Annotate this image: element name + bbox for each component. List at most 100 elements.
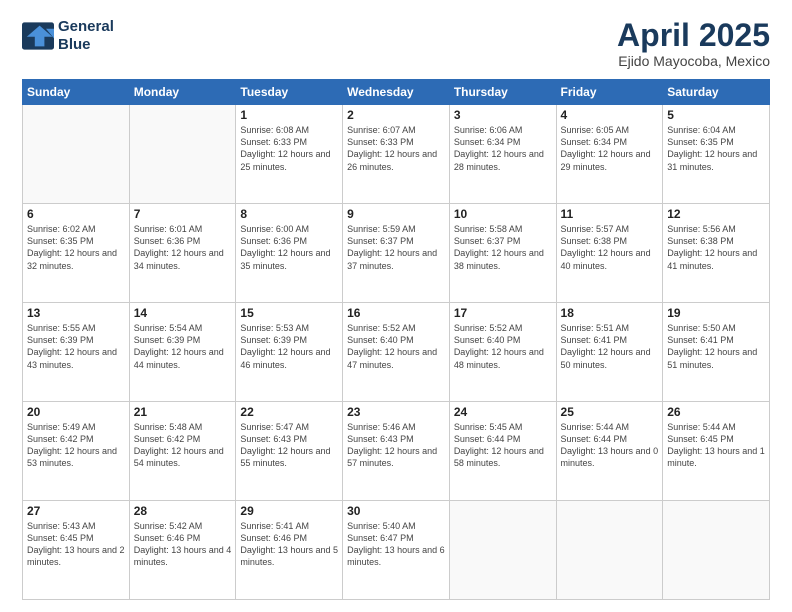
calendar-cell: 14 Sunrise: 5:54 AM Sunset: 6:39 PM Dayli…	[129, 303, 236, 402]
calendar-cell: 25 Sunrise: 5:44 AM Sunset: 6:44 PM Dayli…	[556, 402, 663, 501]
day-info: Sunrise: 5:43 AM Sunset: 6:45 PM Dayligh…	[27, 520, 125, 569]
calendar-cell: 8 Sunrise: 6:00 AM Sunset: 6:36 PM Daylig…	[236, 204, 343, 303]
day-info: Sunrise: 6:05 AM Sunset: 6:34 PM Dayligh…	[561, 124, 659, 173]
day-number: 7	[134, 207, 232, 221]
day-info: Sunrise: 5:52 AM Sunset: 6:40 PM Dayligh…	[454, 322, 552, 371]
day-number: 16	[347, 306, 445, 320]
calendar-header-row: SundayMondayTuesdayWednesdayThursdayFrid…	[23, 80, 770, 105]
calendar-week-2: 6Sunrise: 6:02 AM Sunset: 6:35 PM Daylig…	[23, 204, 770, 303]
calendar-cell: 11 Sunrise: 5:57 AM Sunset: 6:38 PM Dayli…	[556, 204, 663, 303]
calendar-cell: 16Sunrise: 5:52 AM Sunset: 6:40 PM Dayli…	[343, 303, 450, 402]
calendar-cell: 30 Sunrise: 5:40 AM Sunset: 6:47 PM Dayli…	[343, 501, 450, 600]
day-info: Sunrise: 6:08 AM Sunset: 6:33 PM Dayligh…	[240, 124, 338, 173]
calendar-cell	[556, 501, 663, 600]
logo-icon	[22, 22, 54, 50]
calendar-cell: 20 Sunrise: 5:49 AM Sunset: 6:42 PM Dayli…	[23, 402, 130, 501]
calendar-cell: 28 Sunrise: 5:42 AM Sunset: 6:46 PM Dayli…	[129, 501, 236, 600]
day-info: Sunrise: 5:50 AM Sunset: 6:41 PM Dayligh…	[667, 322, 765, 371]
day-number: 17	[454, 306, 552, 320]
subtitle: Ejido Mayocoba, Mexico	[617, 53, 770, 69]
day-number: 14	[134, 306, 232, 320]
day-number: 3	[454, 108, 552, 122]
calendar-cell: 26Sunrise: 5:44 AM Sunset: 6:45 PM Dayli…	[663, 402, 770, 501]
calendar-cell: 6Sunrise: 6:02 AM Sunset: 6:35 PM Daylig…	[23, 204, 130, 303]
day-info: Sunrise: 5:45 AM Sunset: 6:44 PM Dayligh…	[454, 421, 552, 470]
calendar-cell: 15 Sunrise: 5:53 AM Sunset: 6:39 PM Dayli…	[236, 303, 343, 402]
day-info: Sunrise: 5:55 AM Sunset: 6:39 PM Dayligh…	[27, 322, 125, 371]
calendar-cell: 4 Sunrise: 6:05 AM Sunset: 6:34 PM Daylig…	[556, 105, 663, 204]
day-number: 26	[667, 405, 765, 419]
calendar-table: SundayMondayTuesdayWednesdayThursdayFrid…	[22, 79, 770, 600]
logo-line1: General	[58, 18, 114, 35]
day-number: 4	[561, 108, 659, 122]
day-number: 29	[240, 504, 338, 518]
main-title: April 2025	[617, 18, 770, 53]
calendar-cell: 13Sunrise: 5:55 AM Sunset: 6:39 PM Dayli…	[23, 303, 130, 402]
day-number: 12	[667, 207, 765, 221]
calendar-cell: 9 Sunrise: 5:59 AM Sunset: 6:37 PM Daylig…	[343, 204, 450, 303]
calendar-cell: 24Sunrise: 5:45 AM Sunset: 6:44 PM Dayli…	[449, 402, 556, 501]
calendar-cell: 22 Sunrise: 5:47 AM Sunset: 6:43 PM Dayli…	[236, 402, 343, 501]
day-info: Sunrise: 5:47 AM Sunset: 6:43 PM Dayligh…	[240, 421, 338, 470]
day-number: 28	[134, 504, 232, 518]
calendar-cell: 17 Sunrise: 5:52 AM Sunset: 6:40 PM Dayli…	[449, 303, 556, 402]
day-info: Sunrise: 5:59 AM Sunset: 6:37 PM Dayligh…	[347, 223, 445, 272]
logo-text: General Blue	[58, 18, 114, 54]
day-number: 20	[27, 405, 125, 419]
day-number: 19	[667, 306, 765, 320]
header: General Blue April 2025 Ejido Mayocoba, …	[22, 18, 770, 69]
day-number: 8	[240, 207, 338, 221]
calendar-cell: 19 Sunrise: 5:50 AM Sunset: 6:41 PM Dayli…	[663, 303, 770, 402]
day-number: 22	[240, 405, 338, 419]
day-number: 10	[454, 207, 552, 221]
calendar-cell	[129, 105, 236, 204]
calendar-cell: 5Sunrise: 6:04 AM Sunset: 6:35 PM Daylig…	[663, 105, 770, 204]
day-info: Sunrise: 5:49 AM Sunset: 6:42 PM Dayligh…	[27, 421, 125, 470]
day-info: Sunrise: 5:48 AM Sunset: 6:42 PM Dayligh…	[134, 421, 232, 470]
day-info: Sunrise: 5:42 AM Sunset: 6:46 PM Dayligh…	[134, 520, 232, 569]
calendar-week-1: 1 Sunrise: 6:08 AM Sunset: 6:33 PM Daylig…	[23, 105, 770, 204]
day-number: 11	[561, 207, 659, 221]
day-number: 27	[27, 504, 125, 518]
day-info: Sunrise: 5:41 AM Sunset: 6:46 PM Dayligh…	[240, 520, 338, 569]
day-info: Sunrise: 5:46 AM Sunset: 6:43 PM Dayligh…	[347, 421, 445, 470]
calendar-cell: 23 Sunrise: 5:46 AM Sunset: 6:43 PM Dayli…	[343, 402, 450, 501]
calendar-cell	[449, 501, 556, 600]
day-info: Sunrise: 5:54 AM Sunset: 6:39 PM Dayligh…	[134, 322, 232, 371]
calendar-cell: 1 Sunrise: 6:08 AM Sunset: 6:33 PM Daylig…	[236, 105, 343, 204]
calendar-cell	[663, 501, 770, 600]
day-info: Sunrise: 6:06 AM Sunset: 6:34 PM Dayligh…	[454, 124, 552, 173]
day-info: Sunrise: 5:58 AM Sunset: 6:37 PM Dayligh…	[454, 223, 552, 272]
day-number: 21	[134, 405, 232, 419]
calendar-cell: 18Sunrise: 5:51 AM Sunset: 6:41 PM Dayli…	[556, 303, 663, 402]
day-info: Sunrise: 6:07 AM Sunset: 6:33 PM Dayligh…	[347, 124, 445, 173]
day-header-sunday: Sunday	[23, 80, 130, 105]
day-number: 18	[561, 306, 659, 320]
day-header-wednesday: Wednesday	[343, 80, 450, 105]
logo-line2: Blue	[58, 36, 91, 53]
day-info: Sunrise: 5:44 AM Sunset: 6:44 PM Dayligh…	[561, 421, 659, 470]
day-number: 23	[347, 405, 445, 419]
day-info: Sunrise: 5:57 AM Sunset: 6:38 PM Dayligh…	[561, 223, 659, 272]
page: General Blue April 2025 Ejido Mayocoba, …	[0, 0, 792, 612]
day-number: 25	[561, 405, 659, 419]
day-number: 15	[240, 306, 338, 320]
day-info: Sunrise: 6:01 AM Sunset: 6:36 PM Dayligh…	[134, 223, 232, 272]
day-info: Sunrise: 6:00 AM Sunset: 6:36 PM Dayligh…	[240, 223, 338, 272]
calendar-cell	[23, 105, 130, 204]
day-header-thursday: Thursday	[449, 80, 556, 105]
day-header-tuesday: Tuesday	[236, 80, 343, 105]
calendar-week-5: 27 Sunrise: 5:43 AM Sunset: 6:45 PM Dayli…	[23, 501, 770, 600]
day-info: Sunrise: 5:53 AM Sunset: 6:39 PM Dayligh…	[240, 322, 338, 371]
day-number: 30	[347, 504, 445, 518]
day-header-monday: Monday	[129, 80, 236, 105]
day-header-friday: Friday	[556, 80, 663, 105]
calendar-cell: 7 Sunrise: 6:01 AM Sunset: 6:36 PM Daylig…	[129, 204, 236, 303]
calendar-cell: 10 Sunrise: 5:58 AM Sunset: 6:37 PM Dayli…	[449, 204, 556, 303]
day-number: 9	[347, 207, 445, 221]
day-number: 1	[240, 108, 338, 122]
calendar-cell: 29 Sunrise: 5:41 AM Sunset: 6:46 PM Dayli…	[236, 501, 343, 600]
day-info: Sunrise: 6:02 AM Sunset: 6:35 PM Dayligh…	[27, 223, 125, 272]
day-info: Sunrise: 5:40 AM Sunset: 6:47 PM Dayligh…	[347, 520, 445, 569]
calendar-cell: 3 Sunrise: 6:06 AM Sunset: 6:34 PM Daylig…	[449, 105, 556, 204]
